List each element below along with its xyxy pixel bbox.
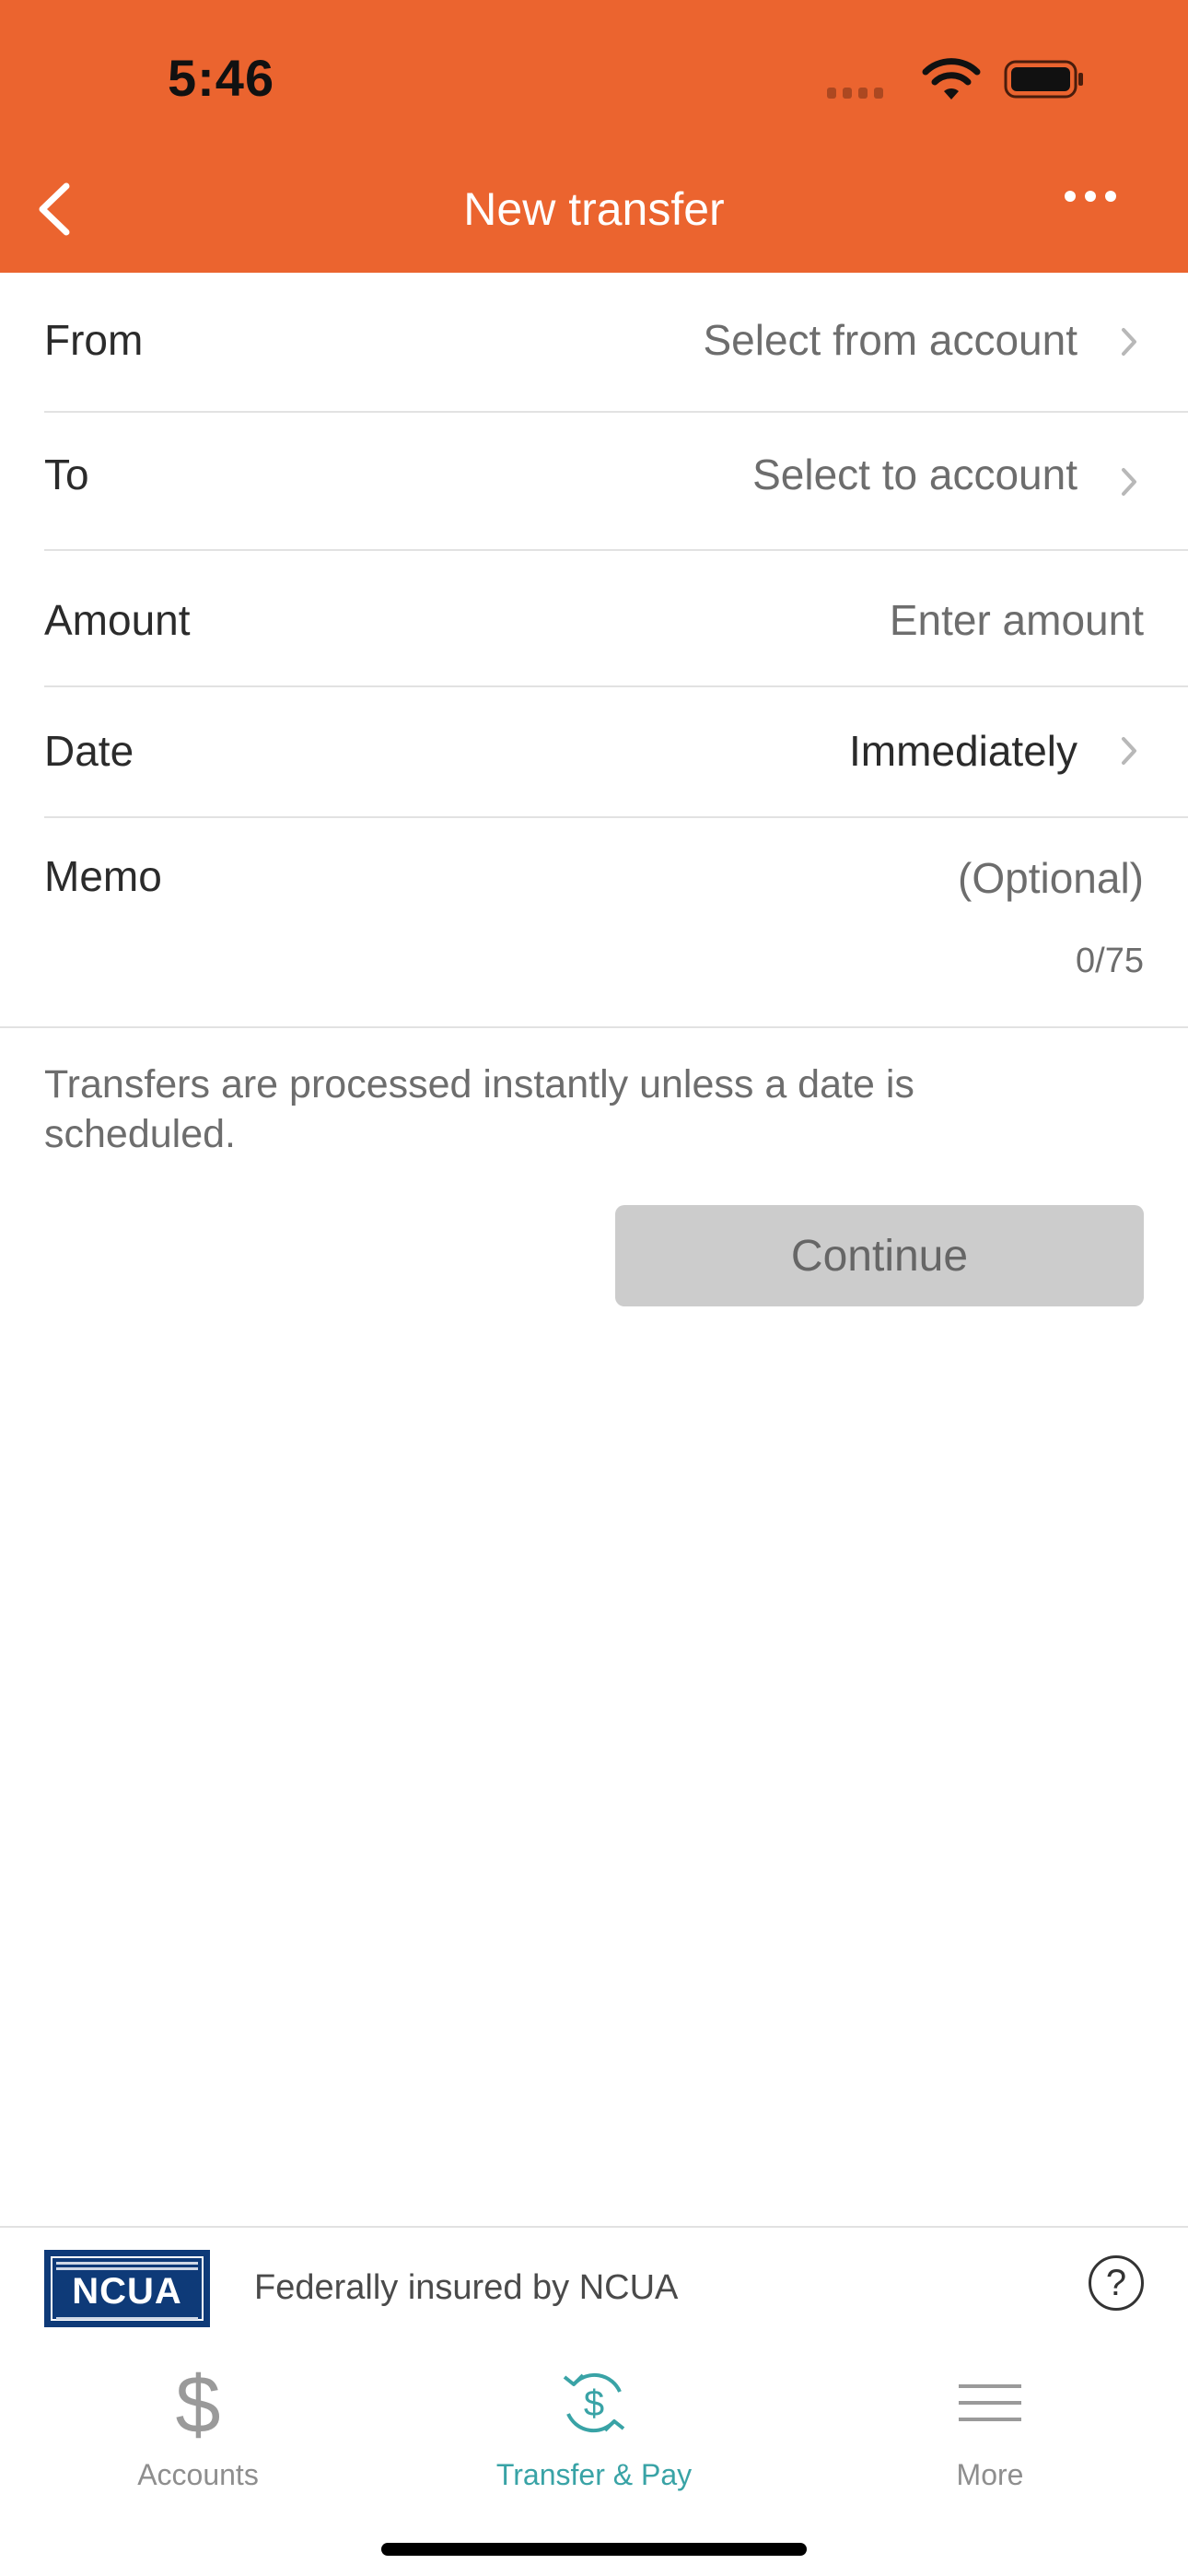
continue-button[interactable]: Continue — [615, 1205, 1144, 1306]
wifi-icon — [922, 58, 981, 100]
memo-input[interactable]: (Optional) — [958, 853, 1144, 903]
tab-label: Transfer & Pay — [495, 2458, 693, 2491]
chevron-right-icon — [1122, 737, 1136, 765]
help-icon[interactable]: ? — [1089, 2255, 1144, 2311]
tab-more[interactable]: More — [792, 2349, 1188, 2497]
transfer-form: From Select from account To Select to ac… — [0, 273, 1188, 1028]
dollar-icon: $ — [176, 2364, 221, 2441]
from-account-row[interactable]: From Select from account — [44, 273, 1188, 413]
amount-input[interactable]: Enter amount — [890, 595, 1144, 645]
insurance-text: Federally insured by NCUA — [254, 2268, 679, 2307]
from-value: Select from account — [703, 316, 1077, 364]
amount-row[interactable]: Amount Enter amount — [44, 551, 1188, 687]
ncua-logo: NCUA — [44, 2250, 210, 2327]
from-label: From — [44, 316, 144, 364]
to-value: Select to account — [752, 451, 1077, 498]
amount-label: Amount — [44, 596, 191, 644]
memo-row[interactable]: Memo (Optional) 0/75 — [0, 818, 1188, 1028]
date-value: Immediately — [849, 727, 1077, 775]
tab-label: Accounts — [137, 2458, 259, 2491]
tab-transfer-pay[interactable]: $ Transfer & Pay — [396, 2349, 792, 2497]
transfer-dollar-icon: $ — [563, 2372, 625, 2433]
tab-label: More — [956, 2458, 1024, 2491]
to-label: To — [44, 451, 89, 498]
memo-character-counter: 0/75 — [1076, 942, 1144, 980]
date-row[interactable]: Date Immediately — [44, 687, 1188, 818]
svg-text:$: $ — [584, 2383, 604, 2424]
tab-accounts[interactable]: $ Accounts — [0, 2349, 396, 2497]
to-account-row[interactable]: To Select to account — [44, 413, 1188, 551]
date-label: Date — [44, 727, 134, 775]
battery-icon — [1004, 60, 1083, 99]
home-indicator — [381, 2543, 807, 2556]
more-options-icon[interactable] — [1065, 190, 1129, 227]
transfer-info-note: Transfers are processed instantly unless… — [44, 1062, 914, 1156]
top-header: 5:46 New transfer — [0, 0, 1188, 273]
page-title: New transfer — [463, 183, 725, 235]
status-time: 5:46 — [168, 49, 275, 107]
svg-text:$: $ — [176, 2364, 221, 2441]
hamburger-icon — [959, 2384, 1021, 2421]
chevron-right-icon — [1122, 328, 1136, 356]
status-icons — [827, 57, 1085, 103]
insurance-footer: NCUA Federally insured by NCUA ? — [0, 2226, 1188, 2351]
memo-label: Memo — [44, 852, 162, 900]
chevron-right-icon — [1122, 468, 1136, 496]
cellular-signal-icon — [827, 87, 890, 103]
